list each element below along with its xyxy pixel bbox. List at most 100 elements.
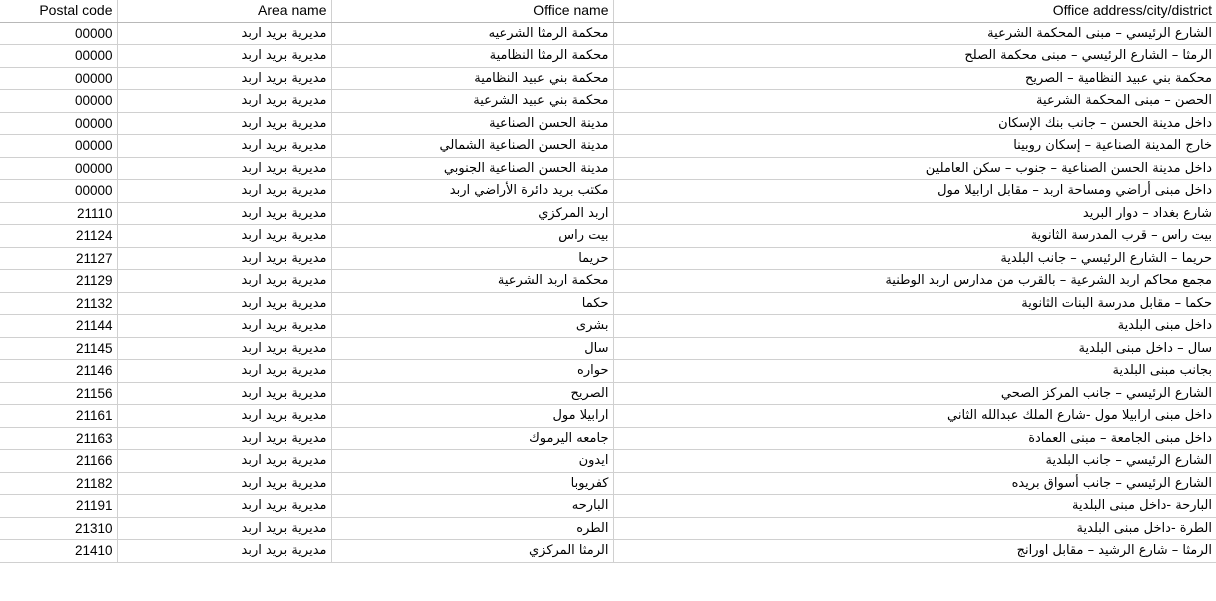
cell-area-name: مديرية بريد اربد bbox=[117, 292, 332, 315]
cell-office-name: البارحه bbox=[331, 494, 614, 518]
table-row: 00000 مديرية بريد اربد مكتب بريد دائرة الأ… bbox=[0, 179, 1216, 203]
cell-area-name: مديرية بريد اربد bbox=[117, 269, 332, 293]
cell-area-name: مديرية بريد اربد bbox=[117, 382, 332, 405]
cell-office-name: ارابيلا مول bbox=[331, 404, 614, 428]
cell-area-name: مديرية بريد اربد bbox=[117, 427, 332, 450]
cell-office-address: البارحة -داخل مبنى البلدية bbox=[613, 494, 1216, 518]
cell-office-name: ايدون bbox=[331, 449, 614, 473]
cell-office-address: الطرة -داخل مبنى البلدية bbox=[613, 517, 1216, 540]
cell-postal-code: 21166 bbox=[0, 449, 118, 473]
cell-office-address: داخل مبنى الجامعة – مبنى العمادة bbox=[613, 427, 1216, 450]
table-row: 21129 مديرية بريد اربد محكمة اربد الشرعية م… bbox=[0, 269, 1216, 293]
cell-office-name: محكمة الرمثا الشرعيه bbox=[331, 22, 614, 45]
cell-office-address: الرمثا – شارع الرشيد – مقابل اورانج bbox=[613, 539, 1216, 563]
table-row: 21110 مديرية بريد اربد اربد المركزي شارع بغ… bbox=[0, 202, 1216, 225]
table-header: Postal code Area name Office name Office… bbox=[0, 0, 1216, 23]
cell-postal-code: 21163 bbox=[0, 427, 118, 450]
table-header-row: Postal code Area name Office name Office… bbox=[0, 0, 1216, 23]
column-header-postal-code: Postal code bbox=[0, 0, 118, 23]
table-row: 21161 مديرية بريد اربد ارابيلا مول داخل مبن… bbox=[0, 404, 1216, 428]
table-row: 21156 مديرية بريد اربد الصريح الشارع الرئيس… bbox=[0, 382, 1216, 405]
cell-postal-code: 00000 bbox=[0, 157, 118, 180]
cell-area-name: مديرية بريد اربد bbox=[117, 134, 332, 158]
table-row: 21124 مديرية بريد اربد بيت راس بيت راس – قر… bbox=[0, 224, 1216, 248]
cell-office-address: سال – داخل مبنى البلدية bbox=[613, 337, 1216, 360]
cell-area-name: مديرية بريد اربد bbox=[117, 22, 332, 45]
cell-area-name: مديرية بريد اربد bbox=[117, 112, 332, 135]
cell-postal-code: 21132 bbox=[0, 292, 118, 315]
cell-area-name: مديرية بريد اربد bbox=[117, 89, 332, 113]
cell-office-name: مدينة الحسن الصناعية الشمالي bbox=[331, 134, 614, 158]
cell-area-name: مديرية بريد اربد bbox=[117, 179, 332, 203]
table-row: 00000 مديرية بريد اربد مدينة الحسن الصناعي… bbox=[0, 112, 1216, 135]
cell-office-name: الصريح bbox=[331, 382, 614, 405]
cell-office-address: الشارع الرئيسي – جانب البلدية bbox=[613, 449, 1216, 473]
column-header-area-name: Area name bbox=[117, 0, 332, 23]
cell-office-name: الرمثا المركزي bbox=[331, 539, 614, 563]
cell-office-address: الشارع الرئيسي – مبنى المحكمة الشرعية bbox=[613, 22, 1216, 45]
cell-office-name: سال bbox=[331, 337, 614, 360]
column-header-office-address: Office address/city/district bbox=[613, 0, 1216, 23]
cell-postal-code: 00000 bbox=[0, 179, 118, 203]
cell-office-name: محكمة بني عبيد النظامية bbox=[331, 67, 614, 90]
cell-office-address: بجانب مبنى البلدية bbox=[613, 359, 1216, 383]
cell-area-name: مديرية بريد اربد bbox=[117, 247, 332, 270]
cell-postal-code: 00000 bbox=[0, 112, 118, 135]
cell-area-name: مديرية بريد اربد bbox=[117, 202, 332, 225]
cell-postal-code: 21129 bbox=[0, 269, 118, 293]
table-row: 21310 مديرية بريد اربد الطره الطرة -داخل مب… bbox=[0, 517, 1216, 540]
cell-postal-code: 00000 bbox=[0, 67, 118, 90]
table-row: 00000 مديرية بريد اربد مدينة الحسن الصناعي… bbox=[0, 134, 1216, 158]
table-row: 21145 مديرية بريد اربد سال سال – داخل مبنى … bbox=[0, 337, 1216, 360]
postal-offices-table: Postal code Area name Office name Office… bbox=[0, 0, 1216, 563]
cell-office-address: داخل مبنى ارابيلا مول -شارع الملك عبدالل… bbox=[613, 404, 1216, 428]
cell-postal-code: 21410 bbox=[0, 539, 118, 563]
cell-office-name: حكما bbox=[331, 292, 614, 315]
cell-postal-code: 21127 bbox=[0, 247, 118, 270]
cell-area-name: مديرية بريد اربد bbox=[117, 337, 332, 360]
cell-office-name: بشرى bbox=[331, 314, 614, 338]
cell-area-name: مديرية بريد اربد bbox=[117, 494, 332, 518]
cell-office-name: حريما bbox=[331, 247, 614, 270]
cell-postal-code: 00000 bbox=[0, 22, 118, 45]
cell-area-name: مديرية بريد اربد bbox=[117, 517, 332, 540]
cell-area-name: مديرية بريد اربد bbox=[117, 449, 332, 473]
cell-office-name: محكمة بني عبيد الشرعية bbox=[331, 89, 614, 113]
table-row: 21144 مديرية بريد اربد بشرى داخل مبنى البلد… bbox=[0, 314, 1216, 338]
cell-office-address: مجمع محاكم اربد الشرعية – بالقرب من مدار… bbox=[613, 269, 1216, 293]
cell-office-address: شارع بغداد – دوار البريد bbox=[613, 202, 1216, 225]
table-row: 21191 مديرية بريد اربد البارحه البارحة -داخ… bbox=[0, 494, 1216, 518]
table-row: 00000 مديرية بريد اربد مدينة الحسن الصناعي… bbox=[0, 157, 1216, 180]
cell-area-name: مديرية بريد اربد bbox=[117, 67, 332, 90]
cell-area-name: مديرية بريد اربد bbox=[117, 44, 332, 68]
cell-postal-code: 21161 bbox=[0, 404, 118, 428]
table-row: 00000 مديرية بريد اربد محكمة بني عبيد الشر… bbox=[0, 89, 1216, 113]
cell-area-name: مديرية بريد اربد bbox=[117, 157, 332, 180]
cell-postal-code: 21146 bbox=[0, 359, 118, 383]
cell-office-name: الطره bbox=[331, 517, 614, 540]
cell-office-name: محكمة الرمثا النظامية bbox=[331, 44, 614, 68]
cell-area-name: مديرية بريد اربد bbox=[117, 359, 332, 383]
cell-office-address: بيت راس – قرب المدرسة الثانوية bbox=[613, 224, 1216, 248]
cell-office-address: الشارع الرئيسي – جانب المركز الصحي bbox=[613, 382, 1216, 405]
cell-postal-code: 00000 bbox=[0, 134, 118, 158]
cell-office-address: داخل مبنى البلدية bbox=[613, 314, 1216, 338]
cell-office-address: الشارع الرئيسي – جانب أسواق بريده bbox=[613, 472, 1216, 495]
cell-postal-code: 21145 bbox=[0, 337, 118, 360]
cell-office-name: محكمة اربد الشرعية bbox=[331, 269, 614, 293]
cell-area-name: مديرية بريد اربد bbox=[117, 404, 332, 428]
cell-office-name: جامعه اليرموك bbox=[331, 427, 614, 450]
cell-postal-code: 00000 bbox=[0, 44, 118, 68]
cell-postal-code: 21110 bbox=[0, 202, 118, 225]
cell-office-name: مدينة الحسن الصناعية bbox=[331, 112, 614, 135]
cell-postal-code: 21124 bbox=[0, 224, 118, 248]
cell-postal-code: 00000 bbox=[0, 89, 118, 113]
table-row: 21182 مديرية بريد اربد كفريوبا الشارع الرئي… bbox=[0, 472, 1216, 495]
cell-postal-code: 21156 bbox=[0, 382, 118, 405]
table-row: 21163 مديرية بريد اربد جامعه اليرموك داخل م… bbox=[0, 427, 1216, 450]
table-row: 00000 مديرية بريد اربد محكمة الرمثا النظام… bbox=[0, 44, 1216, 68]
cell-office-address: داخل مدينة الحسن الصناعية – جنوب – سكن ا… bbox=[613, 157, 1216, 180]
table-row: 00000 مديرية بريد اربد محكمة بني عبيد النظ… bbox=[0, 67, 1216, 90]
cell-office-address: داخل مدينة الحسن – جانب بنك الإسكان bbox=[613, 112, 1216, 135]
cell-office-address: حريما – الشارع الرئيسي – جانب البلدية bbox=[613, 247, 1216, 270]
